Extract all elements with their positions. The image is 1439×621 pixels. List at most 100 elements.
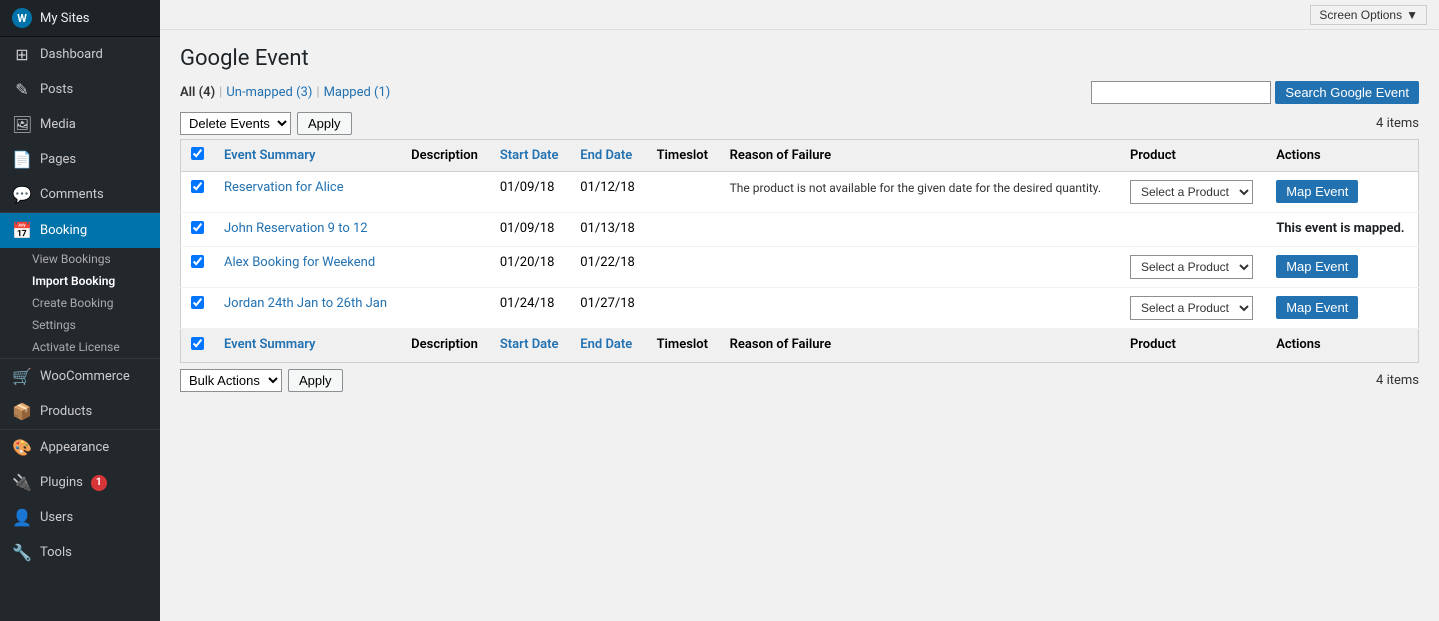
footer-sort-start-date[interactable]: Start Date <box>500 337 559 352</box>
screen-options-button[interactable]: Screen Options ▼ <box>1310 5 1427 25</box>
header-reason-of-failure: Reason of Failure <box>720 140 1120 172</box>
footer-sort-end-date[interactable]: End Date <box>580 337 632 352</box>
sidebar-item-label-dashboard: Dashboard <box>40 47 103 62</box>
main-content: Screen Options ▼ Google Event All (4) | … <box>160 0 1439 621</box>
row-event-summary-2: John Reservation 9 to 12 <box>214 213 401 247</box>
table-header: Event Summary Description Start Date End… <box>181 140 1419 172</box>
bulk-actions-select-bottom[interactable]: Bulk Actions <box>180 369 282 392</box>
footer-start-date-header: Start Date <box>490 329 570 363</box>
sort-event-summary[interactable]: Event Summary <box>224 148 315 163</box>
map-event-button-3[interactable]: Map Event <box>1276 255 1358 278</box>
footer-select-all-checkbox[interactable] <box>191 337 204 350</box>
header-timeslot: Timeslot <box>647 140 720 172</box>
table-row: Alex Booking for Weekend 01/20/18 01/22/… <box>181 247 1419 288</box>
row-checkbox-1[interactable] <box>191 180 204 193</box>
sidebar-sub-import-booking[interactable]: Import Booking <box>0 270 160 292</box>
sidebar-item-label-comments: Comments <box>40 187 104 202</box>
filter-mapped[interactable]: Mapped (1) <box>324 85 391 100</box>
items-count-top: 4 items <box>1376 116 1419 131</box>
filter-all[interactable]: All (4) <box>180 85 215 100</box>
sidebar-item-woocommerce[interactable]: 🛒 WooCommerce <box>0 359 160 394</box>
header-checkbox-cell <box>181 140 215 172</box>
sidebar-item-users[interactable]: 👤 Users <box>0 500 160 535</box>
bulk-actions-select-top[interactable]: Delete Events <box>180 112 291 135</box>
plugins-icon: 🔌 <box>12 473 32 492</box>
header-event-summary: Event Summary <box>214 140 401 172</box>
sort-end-date[interactable]: End Date <box>580 148 632 163</box>
row-checkbox-4[interactable] <box>191 296 204 309</box>
mapped-text-2: This event is mapped. <box>1276 221 1404 236</box>
users-icon: 👤 <box>12 508 32 527</box>
product-select-3[interactable]: Select a Product Select Product <box>1130 255 1253 279</box>
sidebar-item-label-products: Products <box>40 404 92 419</box>
event-link-3[interactable]: Alex Booking for Weekend <box>224 255 375 270</box>
footer-end-date-header: End Date <box>570 329 646 363</box>
row-checkbox-3[interactable] <box>191 255 204 268</box>
header-start-date: Start Date <box>490 140 570 172</box>
bulk-bar-top: Delete Events Apply 4 items <box>180 112 1419 135</box>
sidebar: W My Sites ⊞ Dashboard ✎ Posts 🖼 Media 📄… <box>0 0 160 621</box>
filter-links: All (4) | Un-mapped (3) | Mapped (1) <box>180 85 390 100</box>
search-button[interactable]: Search Google Event <box>1275 81 1419 104</box>
sidebar-item-tools[interactable]: 🔧 Tools <box>0 535 160 570</box>
event-link-4[interactable]: Jordan 24th Jan to 26th Jan <box>224 296 387 311</box>
event-link-1[interactable]: Reservation for Alice <box>224 180 344 195</box>
select-all-checkbox[interactable] <box>191 147 204 160</box>
sidebar-item-comments[interactable]: 💬 Comments <box>0 177 160 212</box>
row-start-date-1: 01/09/18 <box>490 172 570 213</box>
footer-timeslot-header: Timeslot <box>647 329 720 363</box>
filter-unmapped[interactable]: Un-mapped (3) <box>226 85 312 100</box>
sidebar-item-plugins[interactable]: 🔌 Plugins 1 <box>0 465 160 500</box>
event-link-2[interactable]: John Reservation 9 to 12 <box>224 221 368 236</box>
pages-icon: 📄 <box>12 150 32 169</box>
product-select-4[interactable]: Select a Product Select Product <box>1130 296 1253 320</box>
row-actions-3: Map Event <box>1266 247 1418 288</box>
sidebar-sub-create-booking[interactable]: Create Booking <box>0 292 160 314</box>
footer-failure-header: Reason of Failure <box>720 329 1120 363</box>
sidebar-item-appearance[interactable]: 🎨 Appearance <box>0 430 160 465</box>
row-product-4: Select a Product Select Product <box>1120 288 1266 329</box>
table-body: Reservation for Alice 01/09/18 01/12/18 … <box>181 172 1419 363</box>
events-table: Event Summary Description Start Date End… <box>180 139 1419 363</box>
row-end-date-1: 01/12/18 <box>570 172 646 213</box>
footer-product-header: Product <box>1120 329 1266 363</box>
bulk-bar-bottom: Bulk Actions Apply 4 items <box>180 369 1419 392</box>
row-product-3: Select a Product Select Product <box>1120 247 1266 288</box>
footer-checkbox-cell <box>181 329 215 363</box>
apply-button-top[interactable]: Apply <box>297 112 352 135</box>
plugins-badge: 1 <box>91 475 107 491</box>
sidebar-item-posts[interactable]: ✎ Posts <box>0 72 160 107</box>
footer-description-header: Description <box>401 329 490 363</box>
row-timeslot-4 <box>647 288 720 329</box>
row-actions-2: This event is mapped. <box>1266 213 1418 247</box>
sidebar-item-label-plugins: Plugins <box>40 475 83 490</box>
row-failure-4 <box>720 288 1120 329</box>
row-description-1 <box>401 172 490 213</box>
apply-button-bottom[interactable]: Apply <box>288 369 343 392</box>
header-product: Product <box>1120 140 1266 172</box>
footer-sort-event-summary[interactable]: Event Summary <box>224 337 315 352</box>
sidebar-item-pages[interactable]: 📄 Pages <box>0 142 160 177</box>
row-end-date-3: 01/22/18 <box>570 247 646 288</box>
sidebar-item-dashboard[interactable]: ⊞ Dashboard <box>0 37 160 72</box>
sidebar-item-label-booking: Booking <box>40 223 87 238</box>
sidebar-sub-activate-license[interactable]: Activate License <box>0 336 160 358</box>
table-row: Reservation for Alice 01/09/18 01/12/18 … <box>181 172 1419 213</box>
sidebar-item-label-users: Users <box>40 510 73 525</box>
sidebar-item-label-woocommerce: WooCommerce <box>40 369 130 384</box>
map-event-button-1[interactable]: Map Event <box>1276 180 1358 203</box>
sidebar-logo: W My Sites <box>0 0 160 37</box>
appearance-section: 🎨 Appearance 🔌 Plugins 1 👤 Users 🔧 Tools <box>0 429 160 570</box>
product-select-1[interactable]: Select a Product Select Product <box>1130 180 1253 204</box>
sidebar-sub-settings[interactable]: Settings <box>0 314 160 336</box>
sidebar-item-label-media: Media <box>40 117 76 132</box>
search-input[interactable] <box>1091 81 1271 104</box>
sidebar-sub-view-bookings[interactable]: View Bookings <box>0 248 160 270</box>
row-product-1: Select a Product Select Product <box>1120 172 1266 213</box>
map-event-button-4[interactable]: Map Event <box>1276 296 1358 319</box>
sort-start-date[interactable]: Start Date <box>500 148 559 163</box>
sidebar-item-media[interactable]: 🖼 Media <box>0 107 160 142</box>
sidebar-item-products[interactable]: 📦 Products <box>0 394 160 429</box>
sidebar-item-booking[interactable]: 📅 Booking <box>0 213 160 248</box>
row-checkbox-2[interactable] <box>191 221 204 234</box>
